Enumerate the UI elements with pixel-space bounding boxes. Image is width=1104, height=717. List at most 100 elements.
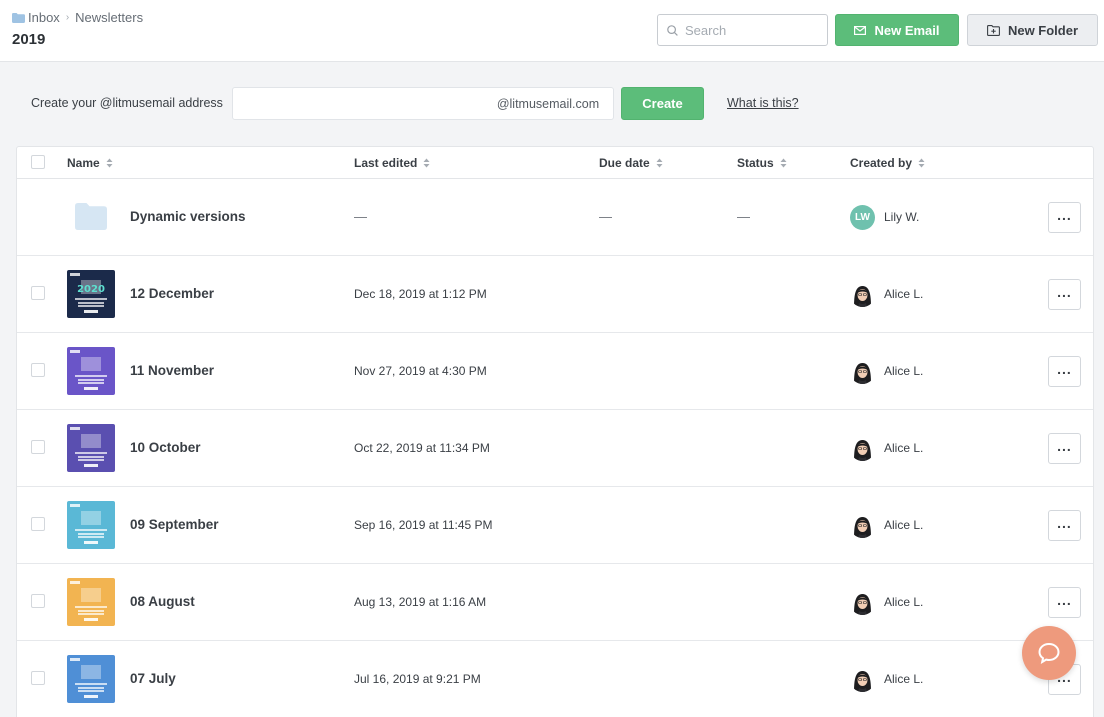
table-row[interactable]: 11 November Nov 27, 2019 at 4:30 PM Alic… <box>17 333 1093 410</box>
avatar <box>850 282 875 307</box>
column-due-date[interactable]: Due date <box>599 156 663 170</box>
help-chat-button[interactable] <box>1022 626 1076 680</box>
new-email-label: New Email <box>874 22 940 38</box>
email-thumbnail[interactable] <box>67 655 115 703</box>
table-row[interactable]: 07 July Jul 16, 2019 at 9:21 PM Alice L.… <box>17 641 1093 717</box>
page-header: Inbox › Newsletters 2019 New Email New F… <box>0 0 1104 62</box>
select-all-checkbox[interactable] <box>31 155 45 169</box>
email-name[interactable]: 08 August <box>130 594 195 609</box>
email-name[interactable]: 10 October <box>130 440 201 455</box>
more-options-button[interactable]: ... <box>1048 510 1081 541</box>
more-options-button[interactable]: ... <box>1048 202 1081 233</box>
email-thumbnail[interactable]: 2020 <box>67 270 115 318</box>
column-created-by-label: Created by <box>850 156 913 170</box>
more-options-button[interactable]: ... <box>1048 279 1081 310</box>
creator-name: Alice L. <box>884 518 924 532</box>
sort-icon <box>106 158 113 168</box>
more-options-button[interactable]: ... <box>1048 433 1081 464</box>
row-checkbox[interactable] <box>31 517 45 531</box>
create-button[interactable]: Create <box>621 87 704 120</box>
breadcrumb-current: Newsletters <box>75 10 144 25</box>
create-address-label: Create your @litmusemail address <box>31 96 223 110</box>
avatar <box>850 590 875 615</box>
avatar <box>850 359 875 384</box>
creator-name: Alice L. <box>884 441 924 455</box>
column-name-label: Name <box>67 156 100 170</box>
email-table: Name Last edited Due date Status Created… <box>16 146 1094 717</box>
status-cell: — <box>737 209 750 224</box>
email-thumbnail[interactable] <box>67 347 115 395</box>
last-edited-cell: Dec 18, 2019 at 1:12 PM <box>354 287 487 301</box>
avatar: LW <box>850 205 875 230</box>
column-status-label: Status <box>737 156 774 170</box>
creator-name: Alice L. <box>884 287 924 301</box>
folder-row[interactable]: Dynamic versions — — — LW Lily W. ... <box>17 179 1093 256</box>
user-photo-icon <box>850 436 875 461</box>
user-photo-icon <box>850 667 875 692</box>
column-status[interactable]: Status <box>737 156 787 170</box>
column-last-edited-label: Last edited <box>354 156 418 170</box>
email-name[interactable]: 11 November <box>130 363 214 378</box>
table-row[interactable]: 08 August Aug 13, 2019 at 1:16 AM Alice … <box>17 564 1093 641</box>
newsletter-preview-image <box>67 424 115 472</box>
what-is-this-link[interactable]: What is this? <box>727 96 799 110</box>
new-folder-label: New Folder <box>1007 22 1079 38</box>
folder-name[interactable]: Dynamic versions <box>130 209 246 224</box>
column-created-by[interactable]: Created by <box>850 156 925 170</box>
email-thumbnail[interactable] <box>67 501 115 549</box>
more-options-button[interactable]: ... <box>1048 356 1081 387</box>
newsletter-preview-image: 2020 <box>67 270 115 318</box>
row-checkbox[interactable] <box>31 286 45 300</box>
email-thumbnail[interactable] <box>67 424 115 472</box>
email-name[interactable]: 12 December <box>130 286 214 301</box>
folder-plus-icon <box>987 24 1000 36</box>
breadcrumb: Inbox › Newsletters <box>12 10 143 25</box>
new-email-button[interactable]: New Email <box>835 14 959 46</box>
sort-icon <box>780 158 787 168</box>
last-edited-cell: Aug 13, 2019 at 1:16 AM <box>354 595 487 609</box>
table-header: Name Last edited Due date Status Created… <box>17 147 1093 179</box>
creator-name: Lily W. <box>884 210 920 224</box>
chat-bubble-icon <box>1038 642 1060 664</box>
row-checkbox[interactable] <box>31 671 45 685</box>
table-row[interactable]: 2020 12 December Dec 18, 2019 at 1:12 PM… <box>17 256 1093 333</box>
user-photo-icon <box>850 590 875 615</box>
table-row[interactable]: 10 October Oct 22, 2019 at 11:34 PM Alic… <box>17 410 1093 487</box>
more-options-button[interactable]: ... <box>1048 587 1081 618</box>
envelope-icon <box>854 25 867 35</box>
newsletter-preview-image <box>67 501 115 549</box>
row-checkbox[interactable] <box>31 594 45 608</box>
creator-name: Alice L. <box>884 595 924 609</box>
avatar <box>850 436 875 461</box>
column-name[interactable]: Name <box>67 156 113 170</box>
search-icon <box>667 24 678 36</box>
row-checkbox[interactable] <box>31 440 45 454</box>
folder-icon <box>75 203 107 230</box>
last-edited-cell: Oct 22, 2019 at 11:34 PM <box>354 441 490 455</box>
domain-suffix: @litmusemail.com <box>483 87 614 120</box>
search-box[interactable] <box>657 14 828 46</box>
new-folder-button[interactable]: New Folder <box>967 14 1098 46</box>
creator-name: Alice L. <box>884 672 924 686</box>
search-input[interactable] <box>685 22 815 38</box>
column-last-edited[interactable]: Last edited <box>354 156 430 170</box>
address-input[interactable] <box>232 87 484 120</box>
thumbnail-text: 2020 <box>77 284 105 295</box>
breadcrumb-inbox-link[interactable]: Inbox <box>28 10 60 25</box>
email-thumbnail[interactable] <box>67 578 115 626</box>
last-edited-cell: Sep 16, 2019 at 11:45 PM <box>354 518 493 532</box>
row-checkbox[interactable] <box>31 363 45 377</box>
chevron-right-icon: › <box>65 12 70 23</box>
email-name[interactable]: 07 July <box>130 671 176 686</box>
table-row[interactable]: 09 September Sep 16, 2019 at 11:45 PM Al… <box>17 487 1093 564</box>
last-edited-cell: — <box>354 209 367 224</box>
page-title: 2019 <box>12 31 46 48</box>
email-name[interactable]: 09 September <box>130 517 219 532</box>
newsletter-preview-image <box>67 578 115 626</box>
column-due-date-label: Due date <box>599 156 650 170</box>
sort-icon <box>918 158 925 168</box>
newsletter-preview-image <box>67 347 115 395</box>
sort-icon <box>656 158 663 168</box>
avatar <box>850 513 875 538</box>
user-photo-icon <box>850 359 875 384</box>
